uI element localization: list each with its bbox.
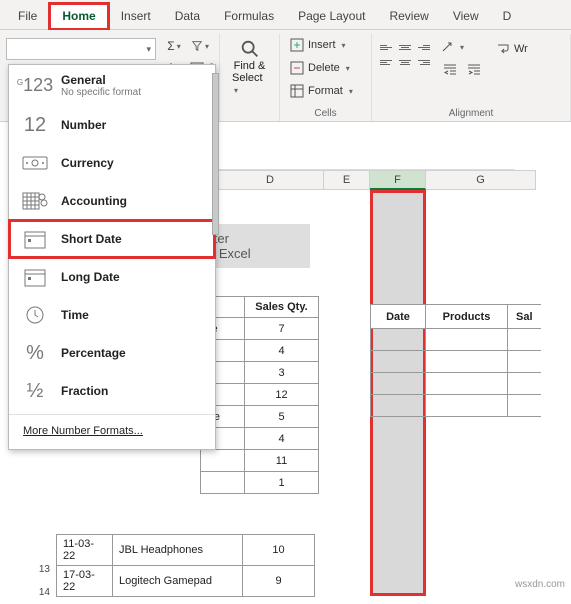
number-icon: 12 — [21, 114, 49, 136]
cell-date[interactable]: 17-03-22 — [57, 566, 113, 597]
group-cells-label: Cells — [286, 105, 365, 119]
format-long-date[interactable]: Long Date — [9, 258, 215, 296]
format-label: Accounting — [61, 194, 127, 208]
insert-cells-button[interactable]: Insert — [286, 36, 365, 54]
tab-formulas[interactable]: Formulas — [212, 4, 286, 29]
row-num[interactable]: 14 — [32, 581, 50, 604]
format-label: Format — [308, 85, 343, 97]
tab-page-layout[interactable]: Page Layout — [286, 4, 377, 29]
formula-bar[interactable]: fx — [200, 152, 515, 170]
select-label: Select — [232, 72, 267, 96]
cell-date[interactable]: 11-03-22 — [57, 535, 113, 566]
tab-data[interactable]: Data — [163, 4, 212, 29]
cell[interactable] — [201, 472, 245, 494]
currency-icon — [21, 152, 49, 174]
tab-view[interactable]: View — [441, 4, 491, 29]
column-headers[interactable]: D E F G — [216, 170, 536, 190]
cell[interactable] — [201, 450, 245, 472]
cell[interactable]: 1 — [245, 472, 319, 494]
col-d[interactable]: D — [216, 170, 324, 190]
format-sub: No specific format — [61, 87, 141, 98]
menu-tabs: File Home Insert Data Formulas Page Layo… — [0, 0, 571, 30]
sales-qty-header: Sales Qty. — [245, 297, 319, 318]
tab-insert[interactable]: Insert — [109, 4, 163, 29]
name-box[interactable]: ▾ — [6, 38, 156, 60]
format-cells-button[interactable]: Format — [286, 82, 365, 100]
cell[interactable]: 5 — [245, 406, 319, 428]
tab-home[interactable]: Home — [49, 3, 108, 30]
tab-extra[interactable]: D — [491, 4, 524, 29]
format-label: General — [61, 73, 141, 87]
cell-product[interactable]: Logitech Gamepad — [113, 566, 243, 597]
format-fraction[interactable]: ½ Fraction — [9, 372, 215, 410]
find-label: Find & — [234, 60, 266, 72]
chevron-down-icon[interactable]: ▾ — [146, 44, 151, 55]
cell[interactable]: 7 — [245, 318, 319, 340]
cell[interactable]: 4 — [245, 428, 319, 450]
products-header: Products — [426, 305, 508, 329]
orientation-button[interactable] — [440, 40, 484, 54]
more-number-formats[interactable]: More Number Formats... — [9, 419, 215, 443]
tab-file[interactable]: File — [6, 4, 49, 29]
wrap-label: Wr — [514, 43, 528, 55]
calendar-icon — [21, 266, 49, 288]
sales-header: Sal — [508, 305, 541, 329]
format-time[interactable]: Time — [9, 296, 215, 334]
watermark: wsxdn.com — [515, 579, 565, 590]
number-format-dropdown: G123 GeneralNo specific format 12 Number… — [8, 64, 216, 450]
tab-review[interactable]: Review — [377, 4, 440, 29]
format-short-date[interactable]: Short Date — [9, 220, 215, 258]
sort-filter-icon[interactable] — [190, 36, 210, 56]
format-accounting[interactable]: Accounting — [9, 182, 215, 220]
format-label: Long Date — [61, 270, 120, 284]
cell-product[interactable]: JBL Headphones — [113, 535, 243, 566]
decrease-indent-icon[interactable] — [440, 60, 460, 80]
format-label: Time — [61, 308, 89, 322]
general-icon: G123 — [21, 75, 49, 97]
scrollbar[interactable] — [211, 69, 219, 339]
cell[interactable]: 4 — [245, 340, 319, 362]
formula-input[interactable] — [215, 152, 515, 170]
percent-icon: % — [21, 342, 49, 364]
format-label: Number — [61, 118, 106, 132]
clock-icon — [21, 304, 49, 326]
col-e[interactable]: E — [324, 170, 370, 190]
format-label: Fraction — [61, 384, 108, 398]
row-numbers[interactable]: 13 14 — [32, 558, 50, 604]
cell-qty[interactable]: 10 — [243, 535, 315, 566]
format-currency[interactable]: Currency — [9, 144, 215, 182]
col-f[interactable]: F — [370, 170, 426, 190]
autosum-icon[interactable]: Σ — [164, 36, 184, 56]
wrap-text-button[interactable]: Wr — [492, 40, 532, 58]
find-select-button[interactable]: Find & Select — [226, 36, 273, 98]
format-label: Currency — [61, 156, 114, 170]
format-label: Short Date — [61, 232, 122, 246]
col-g[interactable]: G — [426, 170, 536, 190]
delete-cells-button[interactable]: Delete — [286, 59, 365, 77]
format-percentage[interactable]: % Percentage — [9, 334, 215, 372]
accounting-icon — [21, 190, 49, 212]
format-number[interactable]: 12 Number — [9, 106, 215, 144]
insert-label: Insert — [308, 39, 336, 51]
group-alignment-label: Alignment — [378, 105, 564, 119]
cell[interactable]: 11 — [245, 450, 319, 472]
alignment-icons[interactable] — [378, 40, 432, 69]
output-table-headers: Date Products Sal — [370, 304, 541, 417]
cell[interactable]: 12 — [245, 384, 319, 406]
format-label: Percentage — [61, 346, 126, 360]
calendar-icon — [21, 228, 49, 250]
row-num[interactable]: 13 — [32, 558, 50, 581]
data-table-bottom: 11-03-22 JBL Headphones 10 17-03-22 Logi… — [56, 534, 315, 597]
format-general[interactable]: G123 GeneralNo specific format — [9, 65, 215, 106]
date-header: Date — [371, 305, 426, 329]
cell[interactable]: 3 — [245, 362, 319, 384]
cell-qty[interactable]: 9 — [243, 566, 315, 597]
delete-label: Delete — [308, 62, 340, 74]
increase-indent-icon[interactable] — [464, 60, 484, 80]
fraction-icon: ½ — [21, 380, 49, 402]
